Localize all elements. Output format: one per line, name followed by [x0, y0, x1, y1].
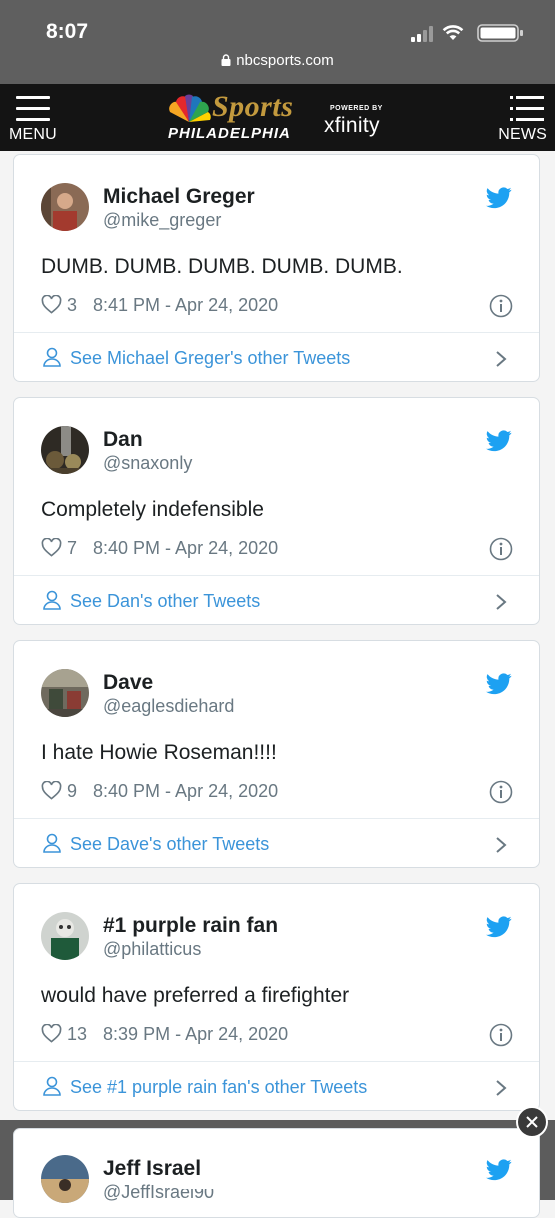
status-bar: 8:07 nbcsports.com — [0, 0, 555, 84]
like-count: 9 — [67, 781, 78, 801]
see-more-tweets-link[interactable]: See Michael Greger's other Tweets — [43, 347, 350, 369]
chevron-right-icon[interactable] — [495, 1079, 507, 1097]
battery-icon — [477, 24, 523, 42]
tweet-timestamp[interactable]: 8:41 PM - Apr 24, 2020 — [93, 295, 278, 315]
author-handle[interactable]: @snaxonly — [103, 453, 192, 474]
chevron-right-icon[interactable] — [495, 593, 507, 611]
author-name[interactable]: Michael Greger — [103, 185, 255, 209]
see-more-label: See Dave's other Tweets — [70, 834, 270, 854]
tweet-text: would have preferred a firefighter — [41, 984, 350, 1007]
lock-icon — [221, 54, 231, 66]
person-icon — [43, 347, 61, 367]
chevron-right-icon[interactable] — [495, 350, 507, 368]
avatar[interactable] — [41, 912, 89, 960]
wifi-icon — [442, 25, 464, 40]
tweet-card[interactable]: Michael Greger @mike_greger DUMB. DUMB. … — [13, 154, 540, 382]
tweet-card-partial[interactable]: Jeff Israel @JeffIsrael90 — [13, 1128, 540, 1218]
close-overlay-button[interactable] — [516, 1106, 548, 1138]
site-logo[interactable]: Sports PHILADELPHIA POWERED BY xfinity — [164, 90, 394, 146]
author-name[interactable]: Dave — [103, 671, 153, 695]
tweet-card[interactable]: #1 purple rain fan @philatticus would ha… — [13, 883, 540, 1111]
twitter-icon[interactable] — [486, 430, 512, 452]
logo-sponsor: xfinity — [324, 114, 380, 137]
tweet-timestamp[interactable]: 8:39 PM - Apr 24, 2020 — [103, 1024, 288, 1044]
twitter-icon[interactable] — [486, 1159, 512, 1181]
news-label: NEWS — [498, 126, 547, 143]
author-handle[interactable]: @eaglesdiehard — [103, 696, 234, 717]
avatar[interactable] — [41, 183, 89, 231]
author-name[interactable]: Dan — [103, 428, 143, 452]
info-icon[interactable] — [489, 537, 513, 561]
status-time: 8:07 — [46, 20, 89, 43]
author-handle[interactable]: @mike_greger — [103, 210, 221, 231]
tweet-meta: 7 8:40 PM - Apr 24, 2020 — [41, 538, 278, 560]
chevron-right-icon[interactable] — [495, 836, 507, 854]
menu-label: MENU — [9, 126, 57, 143]
see-more-tweets-link[interactable]: See Dave's other Tweets — [43, 833, 269, 855]
card-divider — [14, 818, 539, 819]
url-text: nbcsports.com — [236, 52, 334, 69]
site-header: MENU Sports PHILADELPHIA POWERED BY xfin… — [0, 84, 555, 151]
like-count: 13 — [67, 1024, 88, 1044]
person-icon — [43, 590, 61, 610]
heart-icon[interactable] — [41, 295, 62, 314]
author-handle[interactable]: @philatticus — [103, 939, 201, 960]
see-more-label: See Michael Greger's other Tweets — [70, 348, 351, 368]
card-divider — [14, 575, 539, 576]
twitter-icon[interactable] — [486, 187, 512, 209]
heart-icon[interactable] — [41, 538, 62, 557]
tweet-meta: 13 8:39 PM - Apr 24, 2020 — [41, 1024, 288, 1046]
like-count: 7 — [67, 538, 78, 558]
heart-icon[interactable] — [41, 1024, 62, 1043]
author-name[interactable]: #1 purple rain fan — [103, 914, 278, 938]
twitter-icon[interactable] — [486, 673, 512, 695]
tweet-text: I hate Howie Roseman!!!! — [41, 741, 277, 764]
info-icon[interactable] — [489, 780, 513, 804]
menu-icon — [16, 96, 50, 129]
tweet-meta: 3 8:41 PM - Apr 24, 2020 — [41, 295, 278, 317]
card-divider — [14, 332, 539, 333]
see-more-tweets-link[interactable]: See Dan's other Tweets — [43, 590, 260, 612]
news-button[interactable]: NEWS — [497, 96, 547, 144]
menu-button[interactable]: MENU — [8, 96, 58, 144]
see-more-tweets-link[interactable]: See #1 purple rain fan's other Tweets — [43, 1076, 367, 1098]
twitter-icon[interactable] — [486, 916, 512, 938]
tweet-timestamp[interactable]: 8:40 PM - Apr 24, 2020 — [93, 538, 278, 558]
tweet-card[interactable]: Dave @eaglesdiehard I hate Howie Roseman… — [13, 640, 540, 868]
home-indicator[interactable] — [177, 1183, 377, 1189]
author-name[interactable]: Jeff Israel — [103, 1157, 201, 1181]
see-more-label: See #1 purple rain fan's other Tweets — [70, 1077, 368, 1097]
tweet-timestamp[interactable]: 8:40 PM - Apr 24, 2020 — [93, 781, 278, 801]
status-icons — [399, 22, 529, 44]
person-icon — [43, 1076, 61, 1096]
logo-powered-by: POWERED BY — [330, 105, 383, 112]
close-icon — [526, 1116, 538, 1128]
tweet-meta: 9 8:40 PM - Apr 24, 2020 — [41, 781, 278, 803]
heart-icon[interactable] — [41, 781, 62, 800]
signal-icon — [411, 26, 435, 42]
like-count: 3 — [67, 295, 78, 315]
see-more-label: See Dan's other Tweets — [70, 591, 261, 611]
info-icon[interactable] — [489, 1023, 513, 1047]
info-icon[interactable] — [489, 294, 513, 318]
person-icon — [43, 833, 61, 853]
logo-city-text: PHILADELPHIA — [168, 125, 291, 142]
peacock-logo-icon — [169, 94, 211, 122]
tweet-card[interactable]: Dan @snaxonly Completely indefensible 78… — [13, 397, 540, 625]
tweet-text: Completely indefensible — [41, 498, 264, 521]
logo-sports-text: Sports — [212, 90, 294, 123]
card-divider — [14, 1061, 539, 1062]
avatar[interactable] — [41, 426, 89, 474]
avatar[interactable] — [41, 1155, 89, 1203]
news-icon — [510, 96, 544, 129]
address-bar[interactable]: nbcsports.com — [0, 52, 555, 69]
tweet-text: DUMB. DUMB. DUMB. DUMB. DUMB. — [41, 255, 403, 278]
avatar[interactable] — [41, 669, 89, 717]
